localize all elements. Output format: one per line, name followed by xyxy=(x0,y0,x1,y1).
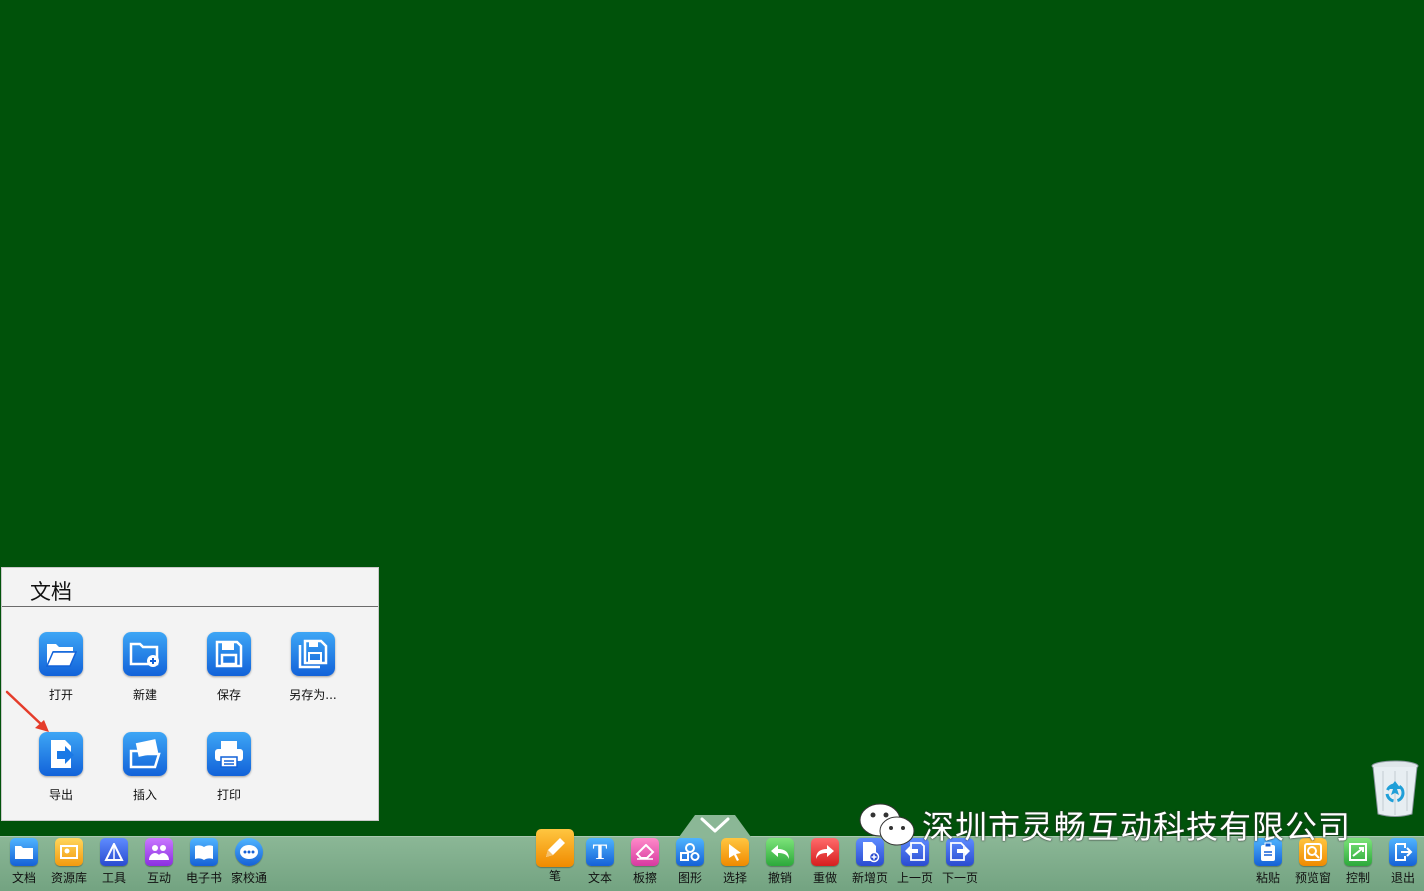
toolbar-label: 板擦 xyxy=(632,871,657,885)
toolbar-tools-button[interactable]: 工具 xyxy=(92,838,136,885)
wechat-icon xyxy=(859,803,915,846)
text-icon: T xyxy=(586,838,614,866)
toolbar-label: 资源库 xyxy=(50,871,87,885)
company-watermark: 深圳市灵畅互动科技有限公司 xyxy=(858,800,1351,850)
toolbar-undo-button[interactable]: 撤销 xyxy=(758,838,802,885)
shapes-icon xyxy=(676,838,704,866)
panel-divider xyxy=(2,606,378,607)
toolbar-label: 控制 xyxy=(1345,871,1370,885)
toolbar-home-school-button[interactable]: 家校通 xyxy=(227,838,271,885)
toolbar-label: 选择 xyxy=(722,871,747,885)
pen-icon xyxy=(536,829,574,867)
toolbar-redo-button[interactable]: 重做 xyxy=(803,838,847,885)
watermark-text: 深圳市灵畅互动科技有限公司 xyxy=(922,808,1352,846)
folder-open-icon xyxy=(39,632,83,676)
toolbar-label: 重做 xyxy=(812,871,837,885)
interaction-icon xyxy=(145,838,173,866)
document-menu-panel: 文档 打开 新建 保存 另存为... 导出 插入 打印 xyxy=(1,567,379,821)
eraser-icon xyxy=(631,838,659,866)
toolbar-label: 笔 xyxy=(548,869,561,883)
toolbar-document-button[interactable]: 文档 xyxy=(2,838,46,885)
toolbar-label: 文本 xyxy=(587,871,612,885)
tools-icon xyxy=(100,838,128,866)
toolbar-label: 图形 xyxy=(677,871,702,885)
toolbar-label: 文档 xyxy=(11,871,36,885)
save-as-icon xyxy=(291,632,335,676)
export-icon xyxy=(39,732,83,776)
toolbar-label: 工具 xyxy=(101,871,126,885)
document-folder-icon xyxy=(10,838,38,866)
toolbar-pen-button[interactable]: 笔 xyxy=(533,829,577,883)
recycle-bin-icon[interactable] xyxy=(1369,759,1421,819)
toolbar-text-button[interactable]: T 文本 xyxy=(578,838,622,885)
toolbar-label: 预览窗 xyxy=(1294,871,1331,885)
save-as-button[interactable]: 另存为... xyxy=(277,632,349,703)
printer-icon xyxy=(207,732,251,776)
toolbar-ebook-button[interactable]: 电子书 xyxy=(182,838,226,885)
panel-title: 文档 xyxy=(30,580,72,604)
undo-icon xyxy=(766,838,794,866)
save-label: 保存 xyxy=(216,688,241,702)
home-school-icon xyxy=(235,838,263,866)
new-label: 新建 xyxy=(132,688,157,702)
toolbar-label: 互动 xyxy=(146,871,171,885)
exit-icon xyxy=(1389,838,1417,866)
save-as-label: 另存为... xyxy=(289,688,337,702)
toolbar-label: 下一页 xyxy=(941,871,978,885)
toolbar-label: 退出 xyxy=(1390,871,1415,885)
print-label: 打印 xyxy=(216,788,241,802)
export-button[interactable]: 导出 xyxy=(25,732,97,803)
insert-label: 插入 xyxy=(132,788,157,802)
toolbar-label: 上一页 xyxy=(896,871,933,885)
toolbar-label: 电子书 xyxy=(185,871,222,885)
collapse-toolbar-chevron-icon[interactable] xyxy=(665,813,765,837)
library-icon xyxy=(55,838,83,866)
redo-icon xyxy=(811,838,839,866)
toolbar-label: 撤销 xyxy=(767,871,792,885)
print-button[interactable]: 打印 xyxy=(193,732,265,803)
save-button[interactable]: 保存 xyxy=(193,632,265,703)
toolbar-interaction-button[interactable]: 互动 xyxy=(137,838,181,885)
toolbar-label: 粘贴 xyxy=(1255,871,1280,885)
ebook-icon xyxy=(190,838,218,866)
toolbar-label: 家校通 xyxy=(230,871,267,885)
toolbar-eraser-button[interactable]: 板擦 xyxy=(623,838,667,885)
insert-image-icon xyxy=(123,732,167,776)
toolbar-label: 新增页 xyxy=(851,871,888,885)
toolbar-shapes-button[interactable]: 图形 xyxy=(668,838,712,885)
toolbar-library-button[interactable]: 资源库 xyxy=(47,838,91,885)
export-label: 导出 xyxy=(48,788,73,802)
new-folder-icon xyxy=(123,632,167,676)
new-button[interactable]: 新建 xyxy=(109,632,181,703)
toolbar-exit-button[interactable]: 退出 xyxy=(1381,838,1424,885)
red-annotation-arrow-icon xyxy=(5,690,49,732)
save-icon xyxy=(207,632,251,676)
insert-button[interactable]: 插入 xyxy=(109,732,181,803)
select-cursor-icon xyxy=(721,838,749,866)
toolbar-select-button[interactable]: 选择 xyxy=(713,838,757,885)
